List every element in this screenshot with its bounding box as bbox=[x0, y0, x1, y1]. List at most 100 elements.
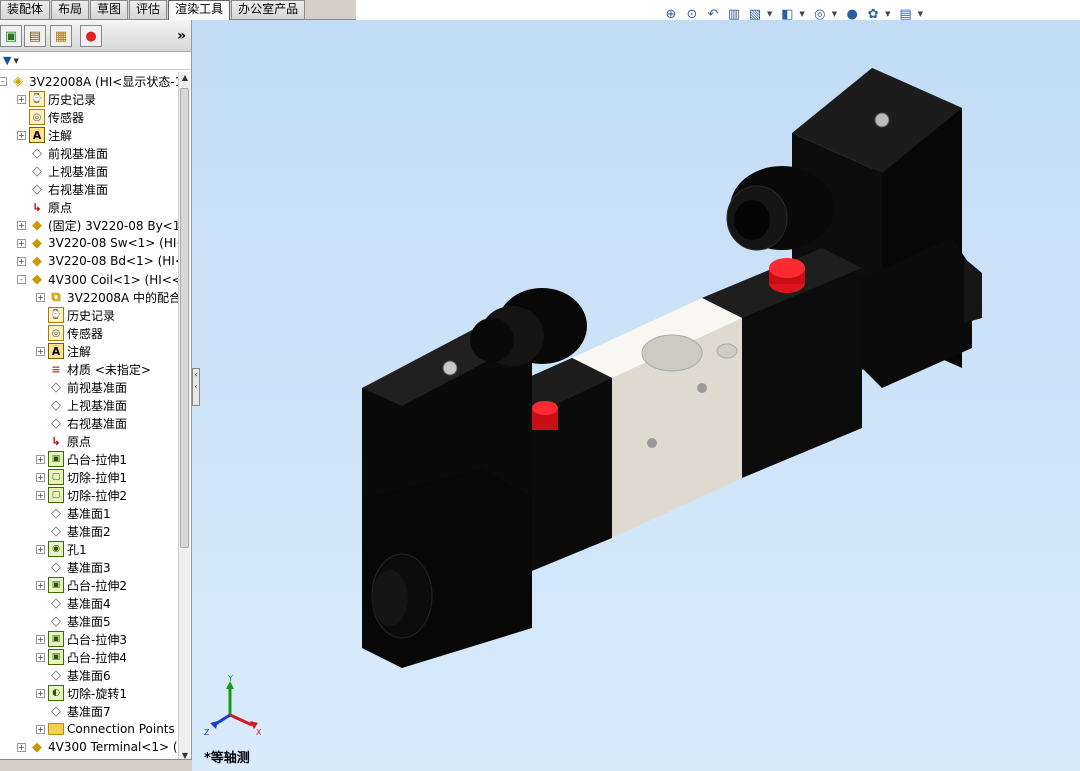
tree-item[interactable]: + ◆ 3V220-08 Sw<1> (HI<< bbox=[17, 234, 178, 252]
tree-item[interactable]: ◇ 基准面7 bbox=[36, 702, 111, 720]
tree-item[interactable]: ◇ 基准面6 bbox=[36, 666, 111, 684]
scroll-up-icon[interactable]: ▲ bbox=[179, 72, 191, 84]
tab-sketch[interactable]: 草图 bbox=[90, 0, 129, 19]
hide-show-icon[interactable]: ◎ bbox=[811, 5, 829, 23]
tree-item[interactable]: + A 注解 bbox=[17, 126, 72, 144]
tree-item-label: 材质 <未指定> bbox=[67, 362, 151, 377]
valve-model[interactable] bbox=[352, 68, 1002, 668]
zoom-area-icon[interactable]: ⊙ bbox=[683, 5, 701, 23]
expand-icon[interactable]: + bbox=[17, 742, 26, 752]
display-manager-tab[interactable]: ● bbox=[80, 25, 102, 47]
tab-assembly[interactable]: 装配体 bbox=[0, 0, 51, 19]
feature-tree: - ◈ 3V22008A (HI<显示状态-1> + ⌚ 历史记录 ◎ 传感器 + A 注解 ◇ 前视基… bbox=[0, 72, 178, 762]
tree-item[interactable]: ↳ 原点 bbox=[17, 198, 72, 216]
edit-appearance-icon[interactable]: ● bbox=[843, 5, 861, 23]
folder-icon bbox=[48, 723, 64, 735]
tree-item[interactable]: ◇ 前视基准面 bbox=[36, 378, 127, 396]
chevron-down-icon[interactable]: ▼ bbox=[918, 10, 923, 18]
collapse-icon[interactable]: - bbox=[17, 274, 26, 284]
tree-item[interactable]: + A 注解 bbox=[36, 342, 91, 360]
tree-item[interactable]: ◇ 基准面1 bbox=[36, 504, 111, 522]
chevron-down-icon[interactable]: ▼ bbox=[767, 10, 772, 18]
display-style-icon[interactable]: ◧ bbox=[778, 5, 796, 23]
view-orientation-label: *等轴测 bbox=[204, 751, 250, 766]
configuration-manager-tab[interactable]: ▦ bbox=[50, 25, 72, 47]
tree-item[interactable]: ◎ 传感器 bbox=[17, 108, 84, 126]
view-orientation-icon[interactable]: ▧ bbox=[746, 5, 764, 23]
tree-item[interactable]: ↳ 原点 bbox=[36, 432, 91, 450]
expand-chevron-icon[interactable]: » bbox=[177, 28, 186, 44]
expand-icon[interactable]: + bbox=[36, 292, 45, 302]
tree-item[interactable]: + ◐ 切除-旋转1 bbox=[36, 684, 127, 702]
expand-icon[interactable]: + bbox=[17, 220, 26, 230]
zoom-to-fit-icon[interactable]: ⊕ bbox=[662, 5, 680, 23]
tree-item[interactable]: - ◈ 3V22008A (HI<显示状态-1> bbox=[0, 72, 178, 90]
model-tabs-strip[interactable] bbox=[0, 759, 192, 771]
tree-item-label: 3V22008A 中的配合 bbox=[67, 290, 178, 305]
previous-view-icon[interactable]: ↶ bbox=[704, 5, 722, 23]
tree-item[interactable]: ≡ 材质 <未指定> bbox=[36, 360, 151, 378]
view-settings-icon[interactable]: ▤ bbox=[897, 5, 915, 23]
tree-item[interactable]: + ▢ 切除-拉伸1 bbox=[36, 468, 127, 486]
chevron-down-icon[interactable]: ▼ bbox=[832, 10, 837, 18]
tree-item[interactable]: + ◆ 3V220-08 Bd<1> (HI<< bbox=[17, 252, 178, 270]
tree-item[interactable]: + ▢ 切除-拉伸2 bbox=[36, 486, 127, 504]
expand-icon[interactable]: + bbox=[17, 94, 26, 104]
graphics-viewport[interactable]: ‹ ‹ ⊕ ⊙ ↶ ▥ ▧ ▼ ◧ ▼ ◎ ▼ ● ✿ ▼ ▤ ▼ Y X Z … bbox=[192, 7, 1080, 771]
panel-collapse-handle[interactable]: ‹ ‹ bbox=[192, 368, 200, 406]
tree-item[interactable]: + ▣ 凸台-拉伸1 bbox=[36, 450, 127, 468]
tree-item[interactable]: -◆ 4V300 Coil<1> (HI<<默认 bbox=[17, 270, 178, 288]
tree-item[interactable]: ◇ 基准面5 bbox=[36, 612, 111, 630]
expand-icon[interactable]: + bbox=[36, 652, 45, 662]
expand-icon[interactable]: + bbox=[36, 472, 45, 482]
scene-icon[interactable]: ✿ bbox=[864, 5, 882, 23]
section-view-icon[interactable]: ▥ bbox=[725, 5, 743, 23]
tree-item[interactable]: ◇ 右视基准面 bbox=[36, 414, 127, 432]
expand-icon[interactable]: + bbox=[17, 256, 26, 266]
property-manager-tab[interactable]: ▤ bbox=[24, 25, 46, 47]
expand-icon[interactable]: + bbox=[36, 454, 45, 464]
expand-icon[interactable]: + bbox=[36, 544, 45, 554]
expand-icon[interactable]: + bbox=[36, 580, 45, 590]
tree-item[interactable]: ◇ 上视基准面 bbox=[17, 162, 108, 180]
tree-item[interactable]: + ▣ 凸台-拉伸2 bbox=[36, 576, 127, 594]
expand-icon[interactable]: + bbox=[36, 634, 45, 644]
tab-evaluate[interactable]: 评估 bbox=[129, 0, 168, 19]
scroll-thumb[interactable] bbox=[180, 88, 189, 548]
tree-filter[interactable]: ▼ ▼ bbox=[0, 52, 191, 70]
tree-item[interactable]: ◇ 基准面2 bbox=[36, 522, 111, 540]
tree-scrollbar[interactable]: ▲ ▼ bbox=[178, 72, 190, 762]
tree-item[interactable]: ◇ 右视基准面 bbox=[17, 180, 108, 198]
part-icon: ◆ bbox=[32, 217, 42, 233]
tab-layout[interactable]: 布局 bbox=[51, 0, 90, 19]
tree-item-label: 基准面2 bbox=[67, 524, 111, 539]
tree-item[interactable]: + ◉ 孔1 bbox=[36, 540, 87, 558]
chevron-down-icon[interactable]: ▼ bbox=[885, 10, 890, 18]
tree-item[interactable]: ◇ 基准面4 bbox=[36, 594, 111, 612]
expand-icon[interactable]: + bbox=[36, 346, 45, 356]
tree-item-label: 基准面1 bbox=[67, 506, 111, 521]
collapse-icon[interactable]: - bbox=[0, 76, 7, 86]
chevron-down-icon[interactable]: ▼ bbox=[799, 10, 804, 18]
tree-item[interactable]: ◎ 传感器 bbox=[36, 324, 103, 342]
tree-item[interactable]: + ▣ 凸台-拉伸4 bbox=[36, 648, 127, 666]
tree-item[interactable]: ⌚ 历史记录 bbox=[36, 306, 115, 324]
feature-manager-tab[interactable]: ▣ bbox=[0, 25, 22, 47]
expand-icon[interactable]: + bbox=[36, 724, 45, 734]
expand-icon[interactable]: + bbox=[36, 490, 45, 500]
tree-item[interactable]: + Connection Points bbox=[36, 720, 175, 738]
expand-icon[interactable]: + bbox=[17, 130, 26, 140]
expand-icon[interactable]: + bbox=[17, 238, 26, 248]
tab-render-tools[interactable]: 渲染工具 bbox=[168, 0, 231, 21]
tree-item[interactable]: + ⧉ 3V22008A 中的配合 bbox=[36, 288, 178, 306]
tree-item[interactable]: + ⌚ 历史记录 bbox=[17, 90, 96, 108]
tree-item[interactable]: + ▣ 凸台-拉伸3 bbox=[36, 630, 127, 648]
tree-item[interactable]: ◇ 前视基准面 bbox=[17, 144, 108, 162]
tree-item[interactable]: ◇ 基准面3 bbox=[36, 558, 111, 576]
tree-item[interactable]: ◇ 上视基准面 bbox=[36, 396, 127, 414]
tree-item[interactable]: + ◆ (固定) 3V220-08 By<1> ( bbox=[17, 216, 178, 234]
tab-office-products[interactable]: 办公室产品 bbox=[231, 0, 306, 19]
expand-icon[interactable]: + bbox=[36, 688, 45, 698]
tree-item[interactable]: + ◆ 4V300 Terminal<1> (HI bbox=[17, 738, 178, 756]
